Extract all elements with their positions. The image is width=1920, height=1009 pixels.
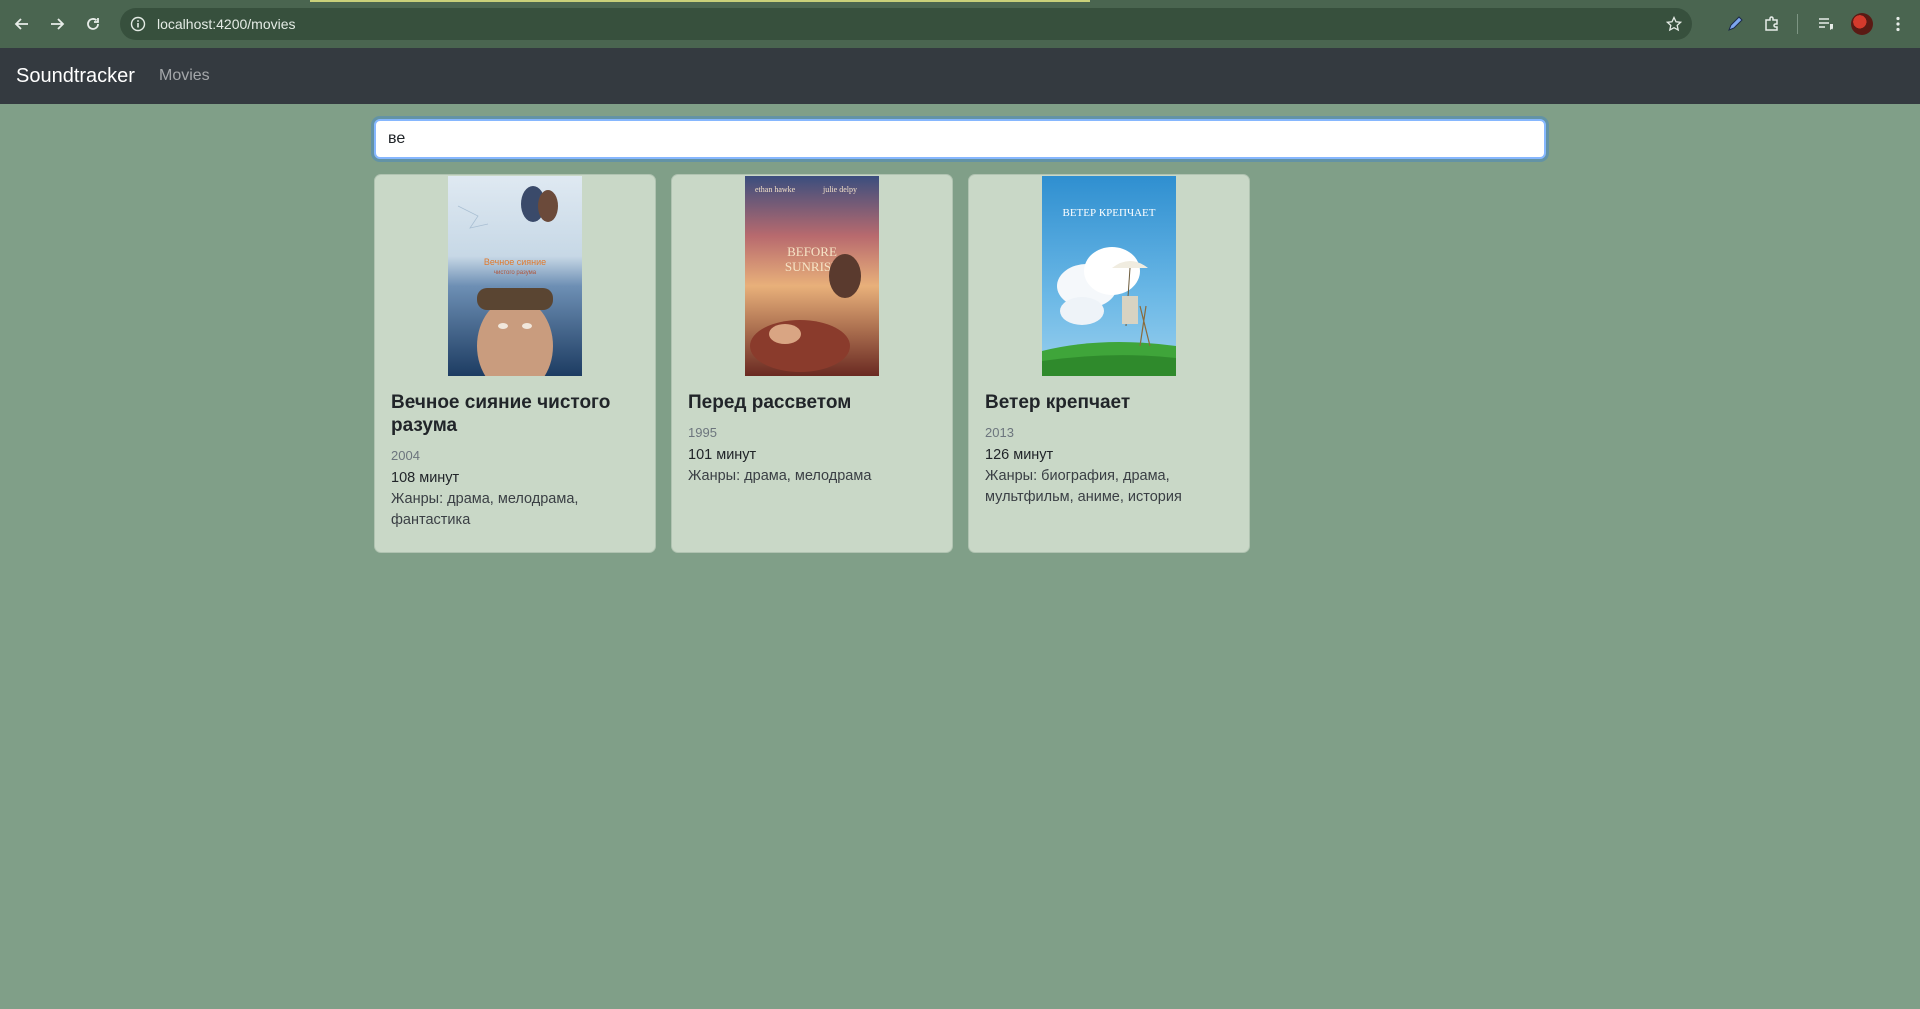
movie-title: Ветер крепчает (985, 392, 1131, 413)
movie-duration: 101 минут (688, 447, 757, 463)
url-text[interactable]: localhost:4200/movies (157, 8, 296, 40)
kebab-menu-icon[interactable] (1888, 14, 1908, 34)
brand-link[interactable]: Soundtracker (16, 48, 135, 104)
page-load-progress (310, 0, 1090, 2)
extensions-puzzle-icon[interactable] (1762, 14, 1782, 34)
movie-genres: Жанры: драма, мелодрама, фантастика (391, 491, 579, 528)
reload-icon[interactable] (80, 11, 106, 37)
site-info-icon[interactable] (130, 16, 146, 32)
poster-title: Вечное сияние (484, 257, 546, 267)
address-bar[interactable]: localhost:4200/movies (120, 8, 1692, 40)
nav-link-movies[interactable]: Movies (159, 48, 210, 104)
movie-poster: Вечное сияние чистого разума (448, 176, 582, 376)
card-body: Перед рассветом 1995 101 минут Жанры: др… (688, 391, 940, 487)
movie-poster: ВЕТЕР КРЕПЧАЕТ (1042, 176, 1176, 376)
browser-toolbar: localhost:4200/movies (0, 0, 1920, 48)
movie-card[interactable]: ВЕТЕР КРЕПЧАЕТ Ветер крепчает 2013 126 м… (968, 174, 1250, 553)
bookmark-star-icon[interactable] (1666, 16, 1682, 32)
movie-title: Перед рассветом (688, 392, 852, 413)
movie-year: 2004 (391, 448, 420, 463)
movie-poster: ethan hawke julie delpy BEFORE SUNRISE (745, 176, 879, 376)
toolbar-divider (1797, 14, 1798, 34)
poster-title: ВЕТЕР КРЕПЧАЕТ (1062, 207, 1155, 219)
movie-duration: 126 минут (985, 447, 1054, 463)
poster-title: BEFORE (787, 244, 837, 259)
movie-title: Вечное сияние чистого разума (391, 392, 611, 436)
movie-genres: Жанры: драма, мелодрама (688, 468, 872, 484)
forward-icon[interactable] (44, 11, 70, 37)
movie-genres: Жанры: биография, драма, мультфильм, ани… (985, 468, 1182, 505)
movie-search-input[interactable] (374, 119, 1546, 159)
poster-credit: ethan hawke (755, 185, 796, 194)
reading-list-icon[interactable] (1816, 14, 1836, 34)
profile-avatar[interactable] (1851, 13, 1873, 35)
movie-year: 2013 (985, 425, 1014, 440)
poster-credit: julie delpy (822, 185, 857, 194)
card-body: Ветер крепчает 2013 126 минут Жанры: био… (985, 391, 1237, 508)
movie-duration: 108 минут (391, 470, 460, 486)
poster-subtitle: чистого разума (494, 270, 537, 276)
movie-card[interactable]: Вечное сияние чистого разума Вечное сиян… (374, 174, 656, 553)
pen-extension-icon[interactable] (1725, 14, 1745, 34)
movie-card[interactable]: ethan hawke julie delpy BEFORE SUNRISE П… (671, 174, 953, 553)
movie-year: 1995 (688, 425, 717, 440)
app-navbar: Soundtracker Movies (0, 48, 1920, 104)
back-icon[interactable] (9, 11, 35, 37)
card-body: Вечное сияние чистого разума 2004 108 ми… (391, 391, 643, 531)
